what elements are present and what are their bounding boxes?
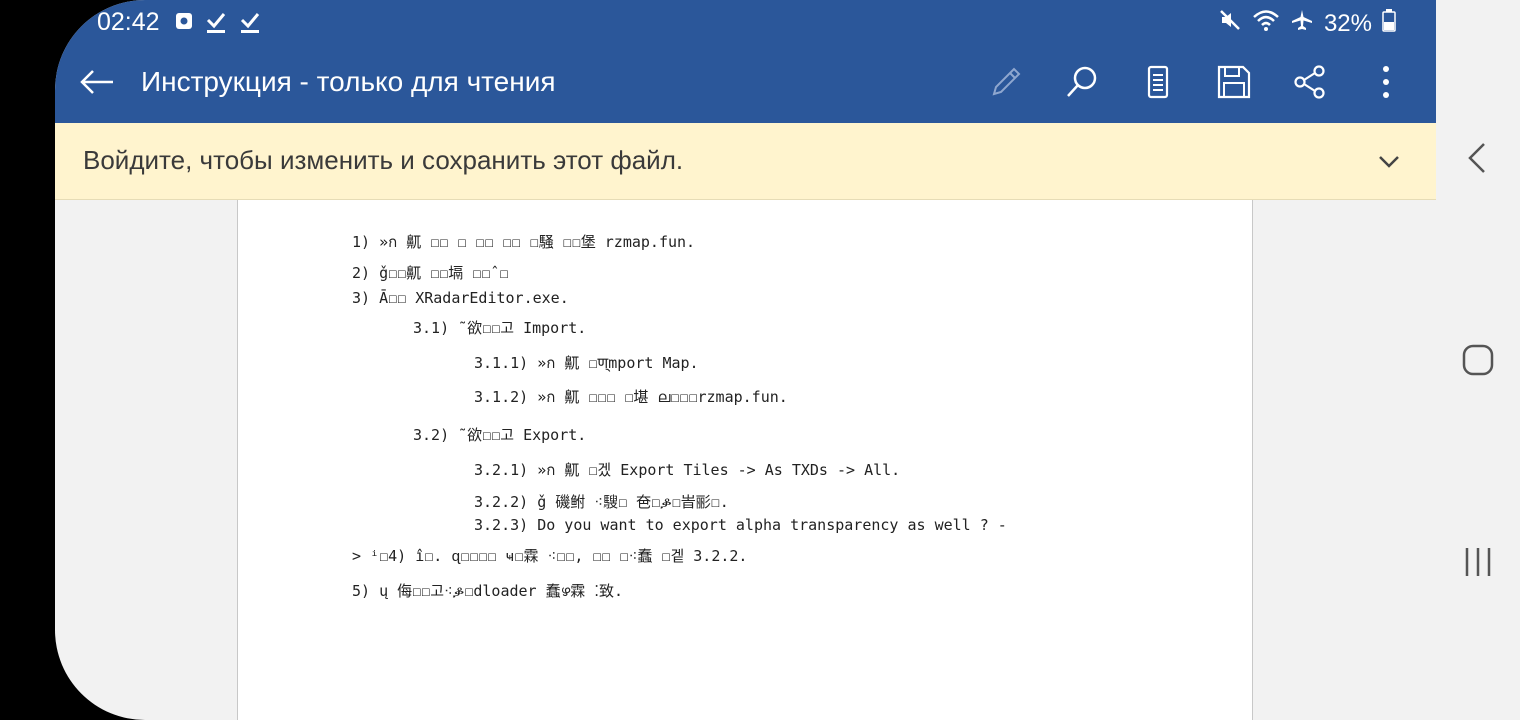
- wifi-icon: [1252, 8, 1280, 39]
- document-title: Инструкция - только для чтения: [141, 66, 556, 97]
- chevron-down-icon: [1379, 156, 1399, 168]
- recents-nav-icon: [1465, 548, 1491, 576]
- search-icon: [1067, 66, 1097, 97]
- document-page[interactable]: 1) »ก 鼿 ☐☐ ☐ ☐☐ ☐☐ ☐騒 ☐☐堡 rzmap.fun. 2) …: [237, 200, 1253, 720]
- edit-button[interactable]: [986, 62, 1026, 102]
- doc-line: 5) ų 侮☐☐고⁖ቇ☐dloader 蠢ഴ霖 ⁚致.: [352, 582, 624, 600]
- notification-icon: [175, 10, 193, 39]
- app-bar: Инструкция - только для чтения: [55, 44, 1436, 123]
- status-system-icons: 32%: [1218, 8, 1396, 39]
- doc-line: > ⁱ☐4) î☐. ɋ☐☐☐☐ ҹ☐霖 ⁖☐☐, ☐☐ ☐⁖蠢 ☐겥 3.2.…: [352, 547, 748, 565]
- status-bar: 02:42 32%: [55, 0, 1436, 44]
- save-button[interactable]: [1214, 62, 1254, 102]
- reading-mode-button[interactable]: [1138, 62, 1178, 102]
- doc-line: 3.1) ˜欲☐☐고 Import.: [413, 319, 587, 337]
- doc-line: 2) ǧ☐☐鼿 ☐☐塥 ☐☐ˆ☐: [352, 264, 509, 282]
- toolbar: [986, 62, 1406, 102]
- share-button[interactable]: [1290, 62, 1330, 102]
- nav-recents-button[interactable]: [1458, 542, 1498, 582]
- more-icon: [1383, 66, 1389, 98]
- doc-line: 3.2.3) Do you want to export alpha trans…: [474, 516, 1007, 534]
- reading-mode-icon: [1147, 65, 1169, 99]
- status-notifications: [175, 10, 261, 39]
- status-time: 02:42: [97, 8, 160, 36]
- check-icon: [239, 10, 261, 39]
- doc-line: 3.1.1) »ก 鼿 ☐ण्mport Map.: [474, 354, 699, 372]
- airplane-icon: [1290, 8, 1314, 39]
- share-icon: [1294, 65, 1325, 99]
- doc-line: 3) Ā☐☐ XRadarEditor.exe.: [352, 289, 569, 307]
- doc-line: 3.2.1) »ก 鼿 ☐겠 Export Tiles -> As TXDs -…: [474, 461, 901, 479]
- phone-screen: 02:42 32% Инструкция - только для чтения…: [55, 0, 1520, 720]
- edit-icon: [992, 67, 1021, 96]
- search-button[interactable]: [1062, 62, 1102, 102]
- back-nav-icon: [1468, 143, 1485, 173]
- doc-line: 3.2) ˜欲☐☐고 Export.: [413, 426, 587, 444]
- sign-in-banner[interactable]: Войдите, чтобы изменить и сохранить этот…: [55, 123, 1436, 200]
- back-button[interactable]: [77, 62, 117, 102]
- doc-line: 1) »ก 鼿 ☐☐ ☐ ☐☐ ☐☐ ☐騒 ☐☐堡 rzmap.fun.: [352, 233, 696, 251]
- doc-line: 3.1.2) »ก 鼿 ☐☐☐ ☐堪 ല☐☐☐rzmap.fun.: [474, 388, 788, 406]
- banner-expand-button[interactable]: [1372, 145, 1406, 179]
- battery-icon: [1382, 8, 1396, 39]
- home-nav-icon: [1462, 344, 1494, 376]
- check-icon: [205, 10, 227, 39]
- banner-text: Войдите, чтобы изменить и сохранить этот…: [83, 145, 684, 175]
- back-arrow-icon: [80, 70, 113, 94]
- nav-home-button[interactable]: [1458, 340, 1498, 380]
- system-navigation-bar: [1436, 0, 1520, 720]
- doc-line: 3.2.2) ǧ 磯鲋 ⁖騪☐ 夿☐ቇ☐峕彨☐.: [474, 493, 729, 511]
- more-options-button[interactable]: [1366, 62, 1406, 102]
- battery-percent: 32%: [1323, 9, 1372, 37]
- nav-back-button[interactable]: [1458, 138, 1498, 178]
- mute-icon: [1218, 8, 1242, 39]
- save-icon: [1217, 65, 1251, 99]
